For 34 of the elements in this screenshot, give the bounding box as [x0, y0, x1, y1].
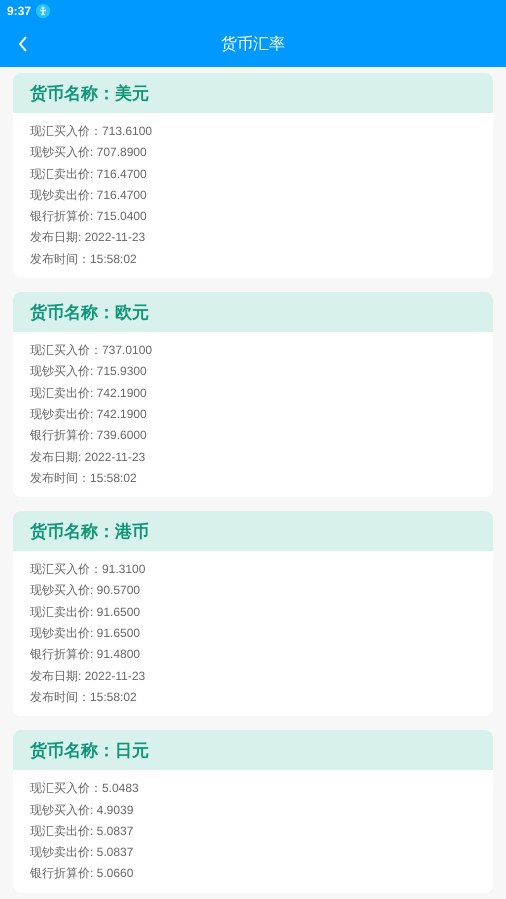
rate-text: 银行折算价: 739.6000 [30, 427, 148, 444]
rate-text: 发布时间：15:58:02 [30, 250, 138, 268]
rate-text: 现钞卖出价: 716.4700 [30, 186, 148, 204]
rate-text: 现钞卖出价: 742.1900 [30, 406, 148, 423]
rate-text: 现钞卖出价: 91.6500 [30, 625, 142, 642]
rate-text: 银行折算价: 91.4800 [30, 646, 142, 664]
rate-text: 现钞卖出价: 5.0837 [30, 844, 134, 862]
rate-text: 现汇买入价：91.3100 [30, 561, 146, 578]
page-title: 货币汇率 [221, 34, 285, 55]
rate-text: 现汇卖出价: 91.6500 [30, 604, 142, 621]
rate-text: 银行折算价: 5.0660 [30, 865, 134, 882]
currency-name: 货币名称：日元 [30, 740, 149, 762]
rate-text: 发布日期: 2022-11-23 [30, 229, 146, 246]
rate-text: 发布时间：15:58:02 [30, 470, 138, 487]
rate-text: 发布日期: 2022-11-23 [30, 448, 146, 466]
rate-text: 现汇卖出价: 742.1900 [30, 384, 148, 402]
rate-text: 现汇卖出价: 5.0837 [30, 822, 134, 840]
rate-text: 发布日期: 2022-11-23 [30, 668, 146, 685]
rate-text: 现汇买入价：713.6100 [30, 123, 154, 140]
rate-text: 现钞买入价: 90.5700 [30, 582, 142, 600]
rate-text: 现汇买入价：737.0100 [30, 342, 154, 360]
person-badge-icon [36, 4, 50, 18]
rate-text: 现汇卖出价: 716.4700 [30, 166, 148, 183]
currency-name: 货币名称：美元 [30, 82, 149, 104]
currency-name: 货币名称：港币 [30, 520, 149, 543]
currency-name: 货币名称：欧元 [30, 302, 149, 324]
back-icon[interactable] [17, 35, 29, 53]
rate-text: 现汇买入价：5.0483 [30, 780, 140, 798]
rate-text: 发布时间：15:58:02 [30, 688, 138, 706]
rate-text: 现钞买入价: 715.9300 [30, 363, 148, 380]
rate-text: 银行折算价: 715.0400 [30, 208, 148, 226]
status-time: 9:37 [7, 4, 32, 18]
rate-text: 现钞买入价: 4.9039 [30, 802, 134, 819]
rate-text: 现钞买入价: 707.8900 [30, 144, 148, 162]
